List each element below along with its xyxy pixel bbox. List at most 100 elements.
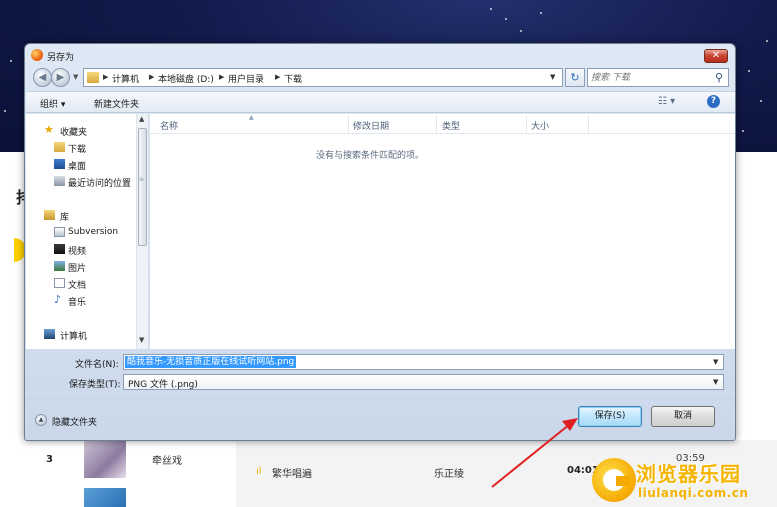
help-icon[interactable]: ? [707,95,720,108]
column-divider[interactable] [588,116,589,132]
search-icon[interactable]: ⚲ [715,71,723,84]
nav-pane-scrollbar[interactable]: ▲ ≡ ▼ [136,114,148,349]
nav-item-desktop[interactable]: 桌面 [26,158,134,172]
file-list[interactable]: ▲ 名称 修改日期 类型 大小 没有与搜索条件匹配的项。 [150,114,735,349]
logo-tail [616,476,630,486]
watermark-logo-icon [592,458,636,502]
nav-item-subversion[interactable]: Subversion [26,226,134,240]
nav-item-favorites[interactable]: ★ 收藏夹 [26,123,134,138]
navigation-pane: ★ 收藏夹 下载 桌面 最近访问的位置 库 Subversion 视频 图片 文… [26,114,149,349]
nav-item-label: 音乐 [68,298,87,308]
scrollbar-thumb[interactable] [138,128,147,246]
column-header-size[interactable]: 大小 [531,119,549,132]
computer-icon [44,329,55,339]
nav-item-documents[interactable]: 文档 [26,277,134,291]
close-button[interactable]: ✕ [704,49,728,63]
filetype-selected-value: PNG 文件 (.png) [128,380,198,390]
breadcrumb-computer[interactable]: 计算机 [112,72,139,85]
scroll-down-arrow-icon[interactable]: ▼ [139,336,144,344]
download-folder-icon [54,142,65,152]
address-bar[interactable]: ▶ 计算机 ▶ 本地磁盘 (D:) ▶ 用户目录 ▶ 下载 ▼ [83,68,563,87]
breadcrumb-separator-icon[interactable]: ▶ [149,73,154,81]
desktop-icon [54,159,65,169]
filetype-label: 保存类型(T): [69,380,121,390]
browser-app-icon [31,49,43,61]
nav-item-label: 收藏夹 [60,128,88,138]
breadcrumb-separator-icon[interactable]: ▶ [219,73,224,81]
column-header-name[interactable]: 名称 [160,119,178,132]
title-bar[interactable]: 另存为 ✕ [25,44,735,66]
search-input[interactable] [591,71,711,84]
command-toolbar: 组织 ▾ 新建文件夹 ☷ ▾ ? [26,91,735,113]
column-header-modified[interactable]: 修改日期 [353,119,389,132]
star-decoration [766,40,768,42]
dialog-title: 另存为 [47,53,75,63]
refresh-button[interactable]: ↻ [565,68,585,87]
search-box[interactable]: ⚲ [587,68,729,87]
subversion-icon [54,227,65,237]
album-thumbnail[interactable] [84,488,126,507]
nav-item-label: 计算机 [60,332,88,342]
column-divider[interactable] [526,116,527,132]
star-decoration [748,70,750,72]
star-decoration [760,100,762,102]
nav-item-label: 下载 [68,145,87,155]
nav-item-recent[interactable]: 最近访问的位置 [26,175,134,189]
breadcrumb-separator-icon[interactable]: ▶ [275,73,280,81]
nav-item-libraries[interactable]: 库 [26,209,134,223]
save-button[interactable]: 保存(S) [578,406,642,427]
column-header-type[interactable]: 类型 [442,119,460,132]
column-divider[interactable] [348,116,349,132]
breadcrumb-user-dir[interactable]: 用户目录 [228,72,264,85]
breadcrumb-separator-icon[interactable]: ▶ [103,73,108,81]
star-decoration [520,30,522,32]
nav-item-label: 最近访问的位置 [68,179,132,189]
song-title[interactable]: 繁华唱遍 [272,465,312,480]
nav-item-computer[interactable]: 计算机 [26,328,134,342]
nav-item-label: 文档 [68,281,87,291]
new-folder-button[interactable]: 新建文件夹 [94,97,139,110]
library-icon [44,210,55,220]
breadcrumb-downloads[interactable]: 下载 [284,72,302,85]
star-decoration [10,60,12,62]
forward-button[interactable]: ▶ [51,68,70,87]
document-icon [54,278,65,288]
chevron-down-icon[interactable]: ▼ [550,73,555,81]
recent-pages-dropdown-icon[interactable]: ▼ [73,73,78,81]
star-decoration [490,8,492,10]
nav-item-music[interactable]: ♪ 音乐 [26,293,134,308]
star-decoration [505,18,507,20]
nav-item-label: 视频 [68,247,87,257]
scroll-up-arrow-icon[interactable]: ▲ [139,115,144,123]
nav-item-pictures[interactable]: 图片 [26,260,134,274]
filename-field[interactable]: 酷我音乐-无损音质正版在线试听网站.png ▼ [123,354,724,370]
site-watermark: 浏览器乐园 liulanqi.com.cn [592,456,777,507]
change-view-button[interactable]: ☷ ▾ [658,96,675,107]
singer-name[interactable]: 乐正绫 [434,465,464,480]
cancel-button[interactable]: 取消 [651,406,715,427]
collapse-icon[interactable]: ▲ [35,414,47,426]
nav-item-label: 库 [60,213,70,223]
picture-icon [54,261,65,271]
song-title[interactable]: 牵丝戏 [152,452,182,467]
back-button[interactable]: ◀ [33,68,52,87]
hide-folders-label[interactable]: 隐藏文件夹 [52,415,97,428]
chevron-down-icon[interactable]: ▼ [713,378,718,386]
breadcrumb-drive[interactable]: 本地磁盘 (D:) [158,72,214,85]
nav-item-downloads[interactable]: 下载 [26,141,134,155]
watermark-domain: liulanqi.com.cn [638,486,749,500]
empty-message: 没有与搜索条件匹配的项。 [315,151,424,161]
filename-label: 文件名(N): [75,360,119,370]
nav-item-label: 桌面 [68,162,87,172]
filename-input[interactable]: 酷我音乐-无损音质正版在线试听网站.png [125,356,297,368]
nav-item-videos[interactable]: 视频 [26,243,134,257]
star-decoration [742,130,744,132]
chevron-down-icon[interactable]: ▼ [713,358,718,366]
playing-bars-icon: ıl [256,466,262,477]
column-divider[interactable] [436,116,437,132]
star-decoration [4,110,6,112]
organize-button[interactable]: 组织 ▾ [40,97,65,110]
nav-item-label: Subversion [68,227,119,237]
filetype-select[interactable]: PNG 文件 (.png) ▼ [123,374,724,390]
album-thumbnail[interactable] [84,440,126,478]
